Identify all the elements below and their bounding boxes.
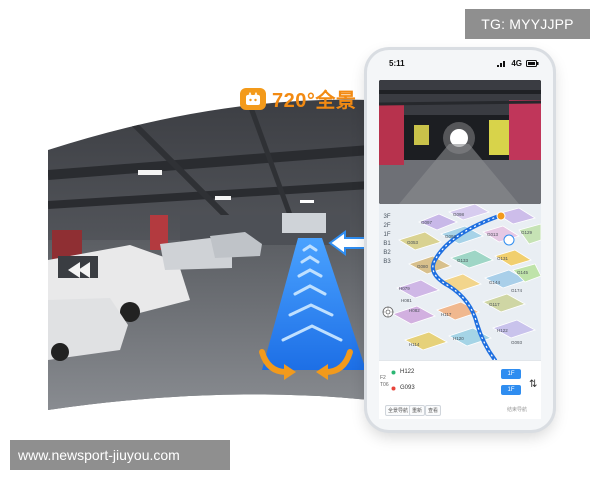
map-label: H114 <box>409 342 420 347</box>
camera-face-icon <box>240 87 266 110</box>
map-label: H082 <box>409 308 420 313</box>
destination-dot-icon <box>391 386 396 390</box>
map-label: G092 <box>445 234 457 239</box>
map-label: G117 <box>489 302 500 307</box>
map-label: G131 <box>497 256 509 261</box>
signal-icon <box>497 60 506 67</box>
to-floor-button[interactable]: 1F <box>501 385 521 395</box>
view-chip[interactable]: 查看 <box>425 405 442 416</box>
map-label: G093 <box>511 340 523 345</box>
from-floor-button[interactable]: 1F <box>501 369 521 379</box>
floor-option[interactable]: 1F <box>381 232 393 238</box>
map-label: G097 <box>421 220 433 225</box>
network-label: 4G <box>511 58 522 68</box>
indoor-map[interactable]: G097 G098 G053 G092 G013 G080 G133 G131 … <box>379 204 541 360</box>
end-navigation-link[interactable]: 结束导航 <box>507 406 527 413</box>
battery-icon <box>526 59 539 67</box>
navigation-panel: F2 T06 H122 G093 1F 1F ⇅ 全景导航 重新 查看 结束导航 <box>379 360 541 419</box>
side-label: T06 <box>380 382 389 388</box>
watermark-top: TG: MYYJJPP <box>465 9 590 39</box>
route-from-label: H122 <box>400 369 415 375</box>
watermark-bottom: www.newsport-jiuyou.com <box>10 440 230 470</box>
floor-option[interactable]: 3F <box>381 214 393 220</box>
status-bar: 5:11 4G <box>367 50 553 76</box>
origin-dot-icon <box>391 370 396 374</box>
panorama-nav-chip[interactable]: 全景导航 <box>385 405 412 416</box>
panorama-badge: 720°全景 <box>240 84 356 113</box>
map-label: G098 <box>453 212 465 217</box>
map-label: G144 <box>489 280 501 285</box>
floor-option[interactable]: B2 <box>381 250 393 256</box>
floor-selector[interactable]: 3F 2F 1F B1 B2 B3 <box>381 214 393 265</box>
floor-option[interactable]: B1 <box>381 241 393 247</box>
map-label: G174 <box>511 288 523 293</box>
route-from[interactable]: H122 <box>391 369 414 375</box>
reroute-chip[interactable]: 重新 <box>409 405 426 416</box>
route-to-label: G093 <box>400 385 415 391</box>
map-label: H081 <box>401 298 412 303</box>
map-label: G133 <box>457 258 469 263</box>
map-label: G013 <box>487 232 499 237</box>
phone-mockup: 5:11 4G G097 G098 G053 G092 G013 G080 G1… <box>367 50 553 430</box>
side-label: F2 <box>380 375 386 381</box>
map-label: H122 <box>497 328 508 333</box>
floor-option[interactable]: B3 <box>381 259 393 265</box>
locate-icon[interactable] <box>382 306 394 318</box>
status-time: 5:11 <box>389 58 405 68</box>
map-label: G080 <box>417 264 429 269</box>
route-to[interactable]: G093 <box>391 385 415 391</box>
promo-image: 720°全景 5:11 4G G097 G098 G053 G092 G013 … <box>0 0 600 480</box>
map-label: H079 <box>399 286 410 291</box>
swap-route-icon[interactable]: ⇅ <box>529 379 537 390</box>
map-label: G129 <box>521 230 533 235</box>
map-label: G145 <box>517 270 529 275</box>
floor-option[interactable]: 2F <box>381 223 393 229</box>
map-label: H120 <box>453 336 464 341</box>
camera-panorama-view[interactable] <box>379 80 541 204</box>
map-label: G053 <box>407 240 419 245</box>
map-label: H117 <box>441 312 452 317</box>
panorama-badge-label: 720°全景 <box>272 90 357 112</box>
